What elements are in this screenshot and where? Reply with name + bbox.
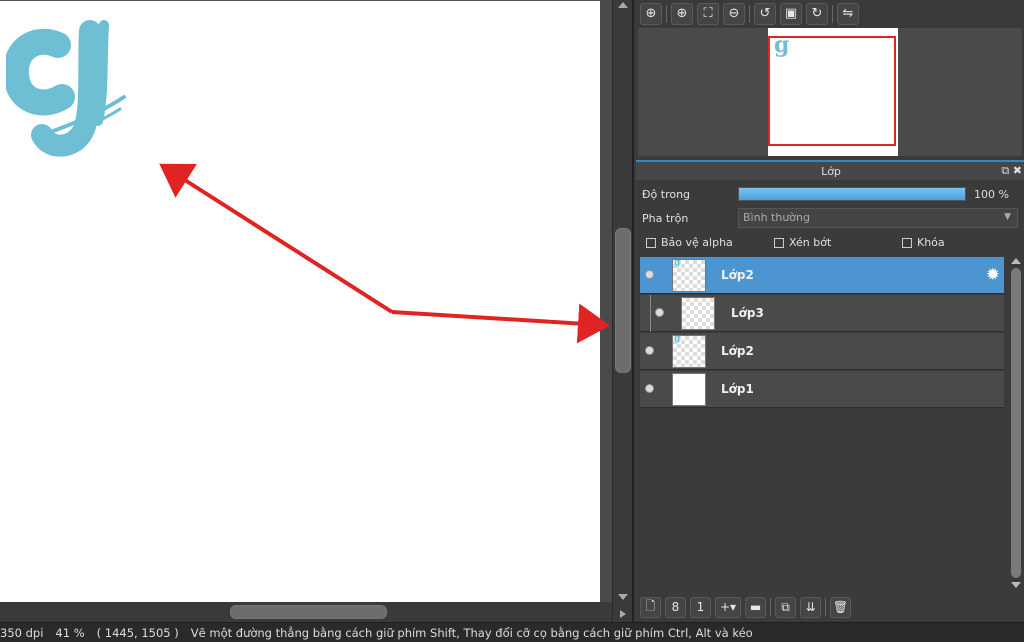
duplicate-layer-icon[interactable]: ⧉ [775, 596, 796, 618]
navigator-toolbar: ⊕ ⊕ ⛶ ⊖ ↺ ▣ ↻ ⇋ [634, 0, 1024, 27]
blend-mode-select[interactable]: Bình thường ▼ [738, 208, 1018, 228]
vertical-scroll-thumb[interactable] [615, 228, 631, 373]
horizontal-scroll-thumb[interactable] [230, 605, 387, 619]
clipping-indicator [650, 295, 651, 332]
layer-name: Lớp3 [731, 306, 764, 320]
protect-alpha-checkbox[interactable]: Bảo vệ alpha [646, 236, 733, 249]
layer-thumbnail [672, 373, 706, 406]
layer-thumbnail: g [672, 258, 706, 292]
opacity-label: Độ trong [642, 187, 691, 201]
layer-list: g Lớp2 ✹ Lớp3 g Lớp2 Lớp1 [638, 256, 1006, 592]
status-zoom: 41 % [55, 625, 85, 640]
protect-alpha-label: Bảo vệ alpha [661, 236, 733, 249]
scroll-up-arrow-icon[interactable] [618, 2, 628, 8]
visibility-icon[interactable] [645, 346, 654, 355]
folder-icon[interactable]: ▬ [745, 596, 766, 618]
checkbox-box[interactable] [902, 237, 912, 248]
scroll-down-arrow-icon[interactable] [1011, 582, 1021, 588]
thumbnail-letter: g [674, 258, 681, 268]
clipping-checkbox[interactable]: Xén bớt [774, 236, 831, 249]
layer-list-scrollbar[interactable] [1008, 256, 1024, 592]
scroll-right-arrow-icon[interactable] [620, 610, 626, 618]
thumbnail-letter: g [674, 334, 681, 344]
blend-row: Pha trộn Bình thường ▼ [642, 208, 1018, 228]
new-1bit-layer-icon[interactable]: 1 [690, 596, 711, 618]
opacity-slider-fill [739, 188, 965, 200]
layer-toolbar: 🗋 8 1 +▾ ▬ ⧉ ⇊ 🗑 [638, 594, 1024, 620]
status-bar: 350 dpi 41 % ( 1445, 1505 ) Vẽ một đường… [0, 622, 1024, 642]
layer-scroll-thumb[interactable] [1011, 268, 1021, 578]
delete-layer-icon[interactable]: 🗑 [830, 596, 851, 618]
layer-row[interactable]: Lớp3 [640, 295, 1004, 332]
layer-name: Lớp2 [721, 344, 754, 358]
zoom-in-icon[interactable]: ⊕ [671, 2, 693, 25]
layer-name: Lớp2 [721, 268, 754, 282]
navigator-page: g [768, 28, 898, 156]
opacity-value: 100 % [974, 187, 1009, 201]
fit-window-icon[interactable]: ⛶ [697, 2, 719, 25]
visibility-icon[interactable] [655, 308, 664, 317]
clipping-label: Xén bớt [789, 236, 832, 249]
right-panel: ⊕ ⊕ ⛶ ⊖ ↺ ▣ ↻ ⇋ g Lớp ⧉ ✖ Độ trong 100 %… [632, 0, 1024, 622]
zoom-out-icon[interactable]: ⊖ [723, 2, 745, 25]
new-layer-icon[interactable]: 🗋 [640, 596, 661, 618]
layer-row[interactable]: Lớp1 [640, 371, 1004, 408]
toolbar-divider [825, 598, 826, 616]
toolbar-divider [770, 598, 771, 616]
opacity-slider[interactable] [738, 187, 966, 201]
flip-horizontal-icon[interactable]: ⇋ [837, 2, 859, 25]
layer-row[interactable]: g Lớp2 [640, 333, 1004, 370]
close-icon[interactable]: ✖ [1013, 164, 1022, 177]
scroll-down-arrow-icon[interactable] [618, 594, 628, 600]
scroll-up-arrow-icon[interactable] [1011, 258, 1021, 264]
blend-mode-value: Bình thường [743, 211, 810, 224]
undock-icon[interactable]: ⧉ [1001, 164, 1009, 177]
reset-view-icon[interactable]: ▣ [780, 2, 802, 25]
canvas-vertical-scrollbar[interactable] [612, 0, 632, 622]
rotate-left-icon[interactable]: ↺ [754, 2, 776, 25]
checkbox-box[interactable] [646, 237, 656, 248]
status-cursor-position: ( 1445, 1505 ) [96, 625, 179, 640]
navigator-view-rectangle[interactable] [768, 36, 896, 146]
drawn-letter-g [6, 20, 126, 157]
layer-thumbnail [681, 297, 715, 330]
new-8bit-layer-icon[interactable]: 8 [665, 596, 686, 618]
layer-panel-title: Lớp [821, 164, 841, 178]
navigator-preview[interactable]: g [638, 28, 1022, 156]
zoom-fit-icon[interactable]: ⊕ [640, 2, 662, 25]
lock-label: Khóa [917, 236, 945, 249]
visibility-icon[interactable] [645, 384, 654, 393]
status-dpi: 350 dpi [0, 625, 44, 640]
opacity-row: Độ trong 100 % [642, 184, 1009, 204]
checkbox-box[interactable] [774, 237, 784, 248]
canvas-horizontal-scrollbar[interactable] [0, 602, 612, 622]
toolbar-divider [666, 4, 667, 23]
layer-panel-header: Lớp ⧉ ✖ [636, 160, 1024, 180]
toolbar-divider [832, 4, 833, 23]
merge-layer-icon[interactable]: ⇊ [800, 596, 821, 618]
chevron-down-icon: ▼ [1004, 212, 1011, 222]
layer-thumbnail: g [672, 334, 706, 368]
rotate-right-icon[interactable]: ↻ [806, 2, 828, 25]
layer-name: Lớp1 [721, 382, 754, 396]
layer-row[interactable]: g Lớp2 ✹ [640, 257, 1004, 294]
gear-icon[interactable]: ✹ [986, 265, 1000, 285]
visibility-icon[interactable] [645, 270, 654, 279]
canvas-paper[interactable] [0, 0, 600, 602]
toolbar-divider [749, 4, 750, 23]
add-layer-menu-icon[interactable]: +▾ [715, 596, 741, 618]
lock-checkbox[interactable]: Khóa [902, 236, 945, 249]
blend-label: Pha trộn [642, 211, 689, 225]
canvas-area[interactable] [0, 0, 632, 622]
status-hint: Vẽ một đường thẳng bằng cách giữ phím Sh… [190, 625, 753, 640]
